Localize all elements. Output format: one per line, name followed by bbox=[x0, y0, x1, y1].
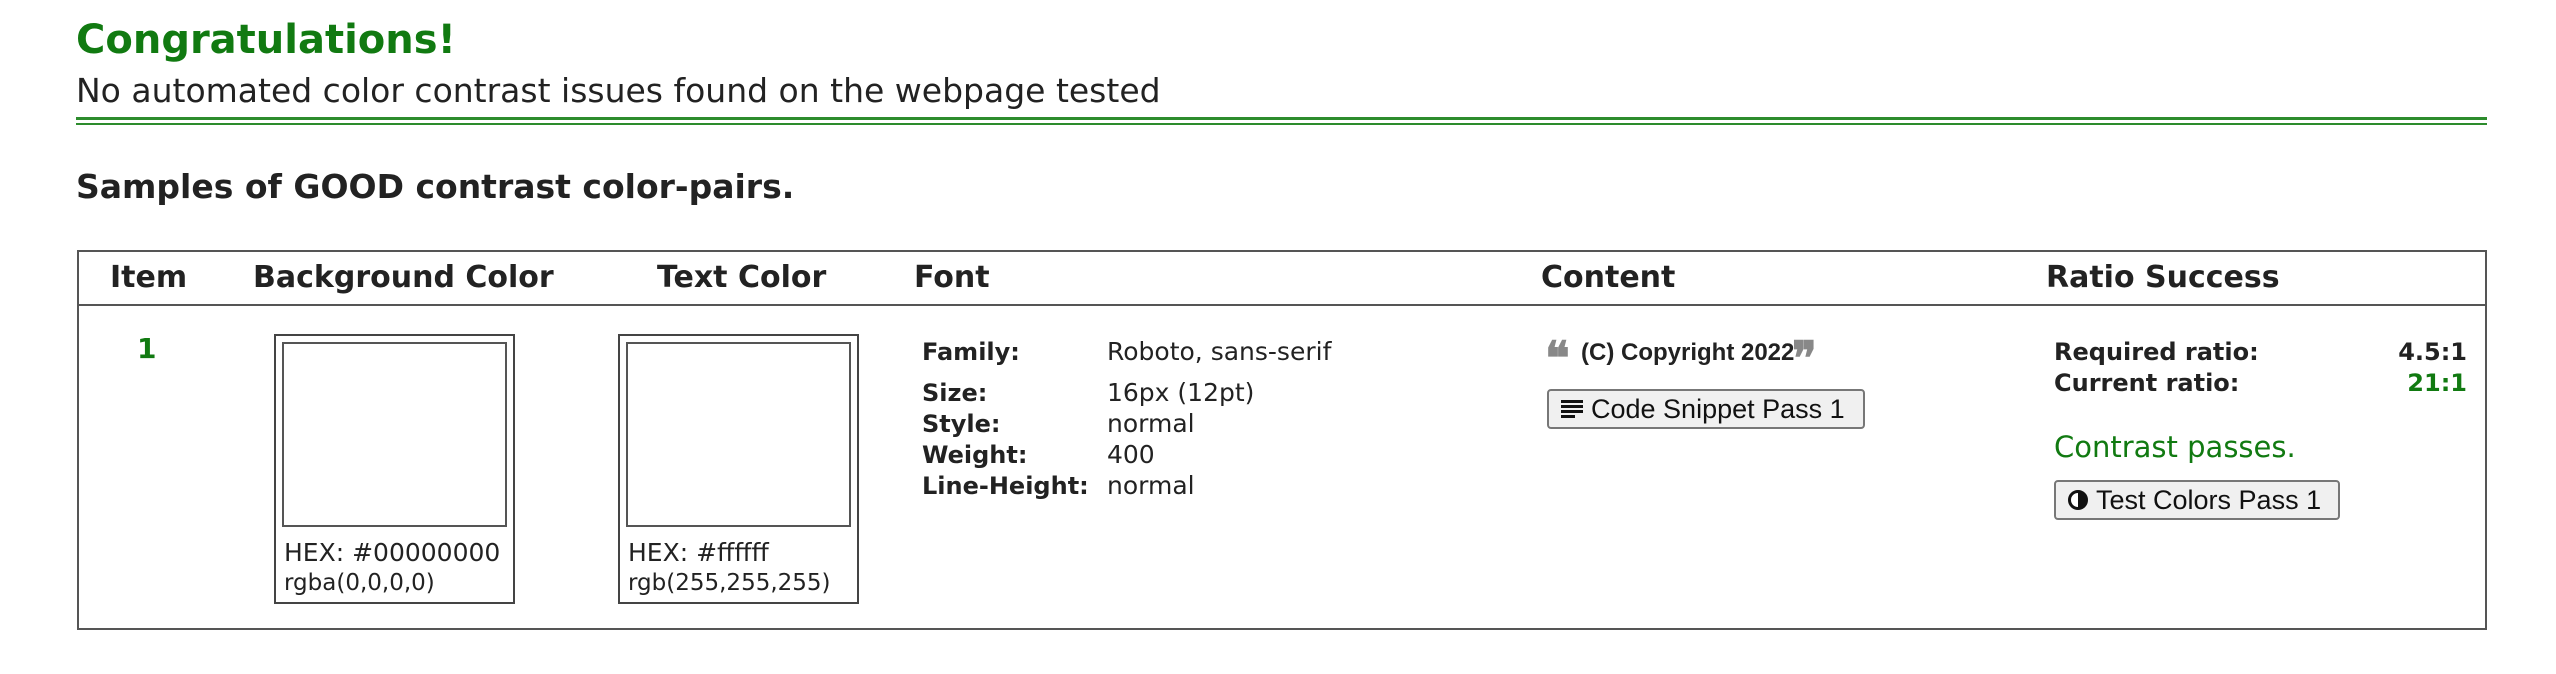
font-style-value: normal bbox=[1107, 409, 1195, 438]
font-line-height-value: normal bbox=[1107, 471, 1195, 500]
current-ratio-label: Current ratio: bbox=[2054, 369, 2240, 397]
font-size-label: Size: bbox=[922, 379, 988, 407]
required-ratio-value: 4.5:1 bbox=[2398, 338, 2467, 366]
current-ratio-value: 21:1 bbox=[2407, 369, 2467, 397]
font-size-value: 16px (12pt) bbox=[1107, 378, 1255, 407]
font-line-height-label: Line-Height: bbox=[922, 472, 1089, 500]
table-header: Item Background Color Text Color Font Co… bbox=[79, 252, 2485, 306]
text-hex: HEX: #ffffff bbox=[628, 538, 769, 567]
contrast-results-table: Item Background Color Text Color Font Co… bbox=[77, 250, 2487, 630]
font-family-label: Family: bbox=[922, 338, 1020, 366]
column-header-background-color: Background Color bbox=[253, 260, 554, 295]
item-number: 1 bbox=[137, 332, 157, 365]
column-header-content: Content bbox=[1541, 260, 1676, 295]
column-header-ratio-success: Ratio Success bbox=[2046, 260, 2280, 295]
font-style-label: Style: bbox=[922, 410, 1001, 438]
column-header-font: Font bbox=[914, 260, 990, 295]
background-color-sample: HEX: #00000000 rgba(0,0,0,0) bbox=[274, 334, 515, 604]
code-snippet-button[interactable]: Code Snippet Pass 1 bbox=[1547, 389, 1865, 429]
background-rgb: rgba(0,0,0,0) bbox=[284, 570, 435, 596]
close-quote-icon: ❞ bbox=[1792, 331, 1817, 385]
open-quote-icon: ❝ bbox=[1545, 331, 1570, 385]
text-rgb: rgb(255,255,255) bbox=[628, 570, 831, 596]
contrast-status: Contrast passes. bbox=[2054, 430, 2296, 464]
content-text: (C) Copyright 2022 bbox=[1581, 339, 1795, 366]
font-weight-value: 400 bbox=[1107, 440, 1155, 469]
code-snippet-button-label: Code Snippet Pass 1 bbox=[1591, 393, 1845, 424]
result-summary: No automated color contrast issues found… bbox=[76, 71, 1161, 110]
test-colors-button[interactable]: Test Colors Pass 1 bbox=[2054, 480, 2340, 520]
font-weight-label: Weight: bbox=[922, 441, 1028, 469]
font-family-value: Roboto, sans-serif bbox=[1107, 337, 1332, 366]
background-hex: HEX: #00000000 bbox=[284, 538, 501, 567]
required-ratio-label: Required ratio: bbox=[2054, 338, 2259, 366]
column-header-text-color: Text Color bbox=[657, 260, 827, 295]
divider bbox=[76, 117, 2487, 125]
text-swatch bbox=[626, 342, 851, 527]
congratulations-heading: Congratulations! bbox=[76, 17, 456, 63]
section-title: Samples of GOOD contrast color-pairs. bbox=[76, 167, 795, 206]
background-swatch bbox=[282, 342, 507, 527]
test-colors-button-label: Test Colors Pass 1 bbox=[2096, 484, 2322, 515]
column-header-item: Item bbox=[110, 260, 188, 295]
align-justify-icon bbox=[1561, 400, 1583, 418]
contrast-icon bbox=[2068, 490, 2088, 510]
text-color-sample: HEX: #ffffff rgb(255,255,255) bbox=[618, 334, 859, 604]
